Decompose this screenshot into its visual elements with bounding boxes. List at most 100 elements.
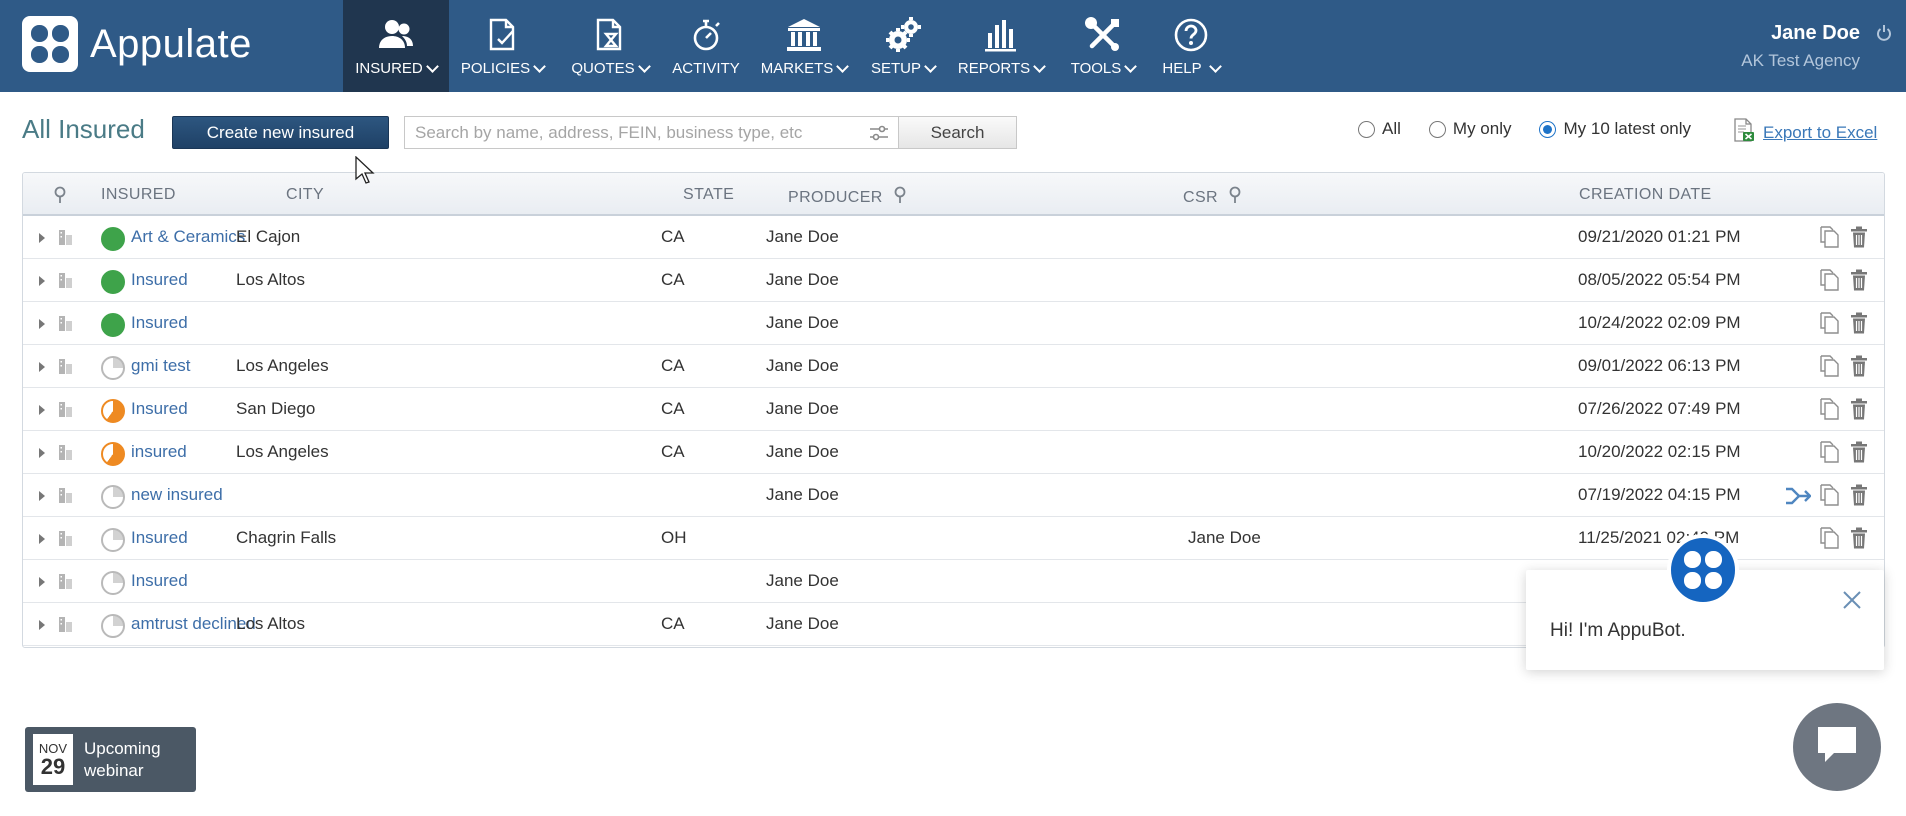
export-to-excel[interactable]: Export to Excel <box>1733 118 1877 147</box>
nav-setup[interactable]: SETUP <box>860 0 946 92</box>
csr-cell: Jane Doe <box>1188 528 1261 547</box>
creation-date-cell: 07/19/2022 04:15 PM <box>1578 485 1741 504</box>
search-button[interactable]: Search <box>898 116 1017 149</box>
expand-arrow-icon[interactable] <box>39 319 45 329</box>
producer-cell: Jane Doe <box>766 442 839 461</box>
copy-icon[interactable] <box>1819 398 1839 425</box>
table-row[interactable]: Insured Jane Doe 10/24/2022 02:09 PM <box>23 302 1884 345</box>
create-new-insured-button[interactable]: Create new insured <box>172 116 389 149</box>
close-icon[interactable] <box>1842 590 1862 615</box>
insured-name-link[interactable]: insured <box>131 442 187 462</box>
col-producer-wrap[interactable]: PRODUCER <box>788 186 907 209</box>
nav-quotes[interactable]: QUOTES <box>556 0 664 92</box>
expand-arrow-icon[interactable] <box>39 491 45 501</box>
chat-button[interactable] <box>1793 703 1881 791</box>
col-city[interactable]: CITY <box>286 186 324 204</box>
table-row[interactable]: Art & Ceramics El Cajon CA Jane Doe 09/21/20… <box>23 216 1884 259</box>
copy-icon[interactable] <box>1819 312 1839 339</box>
insured-name-link[interactable]: new insured <box>131 485 223 505</box>
copy-icon[interactable] <box>1819 441 1839 468</box>
search-input[interactable] <box>405 117 845 148</box>
excel-icon <box>1733 118 1755 147</box>
radio-button-selected[interactable] <box>1539 120 1557 138</box>
trash-icon[interactable] <box>1849 312 1869 339</box>
nav-insured[interactable]: INSURED <box>343 0 449 92</box>
filter-all-label: All <box>1382 119 1401 138</box>
trash-icon[interactable] <box>1849 226 1869 253</box>
building-icon <box>58 357 74 380</box>
trash-icon[interactable] <box>1849 484 1869 511</box>
insured-filter-radios: All My only My 10 latest only <box>1358 119 1719 139</box>
expand-arrow-icon[interactable] <box>39 577 45 587</box>
table-row[interactable]: new insured Jane Doe 07/19/2022 04:15 PM <box>23 474 1884 517</box>
expand-arrow-icon[interactable] <box>39 362 45 372</box>
copy-icon[interactable] <box>1819 269 1839 296</box>
expand-arrow-icon[interactable] <box>39 448 45 458</box>
expand-arrow-icon[interactable] <box>39 276 45 286</box>
nav-help-label: HELP <box>1162 60 1202 77</box>
radio-button[interactable] <box>1428 120 1446 138</box>
nav-policies[interactable]: POLICIES <box>449 0 556 92</box>
export-to-excel-link[interactable]: Export to Excel <box>1763 123 1877 143</box>
insured-name-link[interactable]: gmi test <box>131 356 191 376</box>
copy-icon[interactable] <box>1819 484 1839 511</box>
insured-name-link[interactable]: Insured <box>131 571 188 591</box>
producer-cell: Jane Doe <box>766 270 839 289</box>
nav-markets[interactable]: MARKETS <box>748 0 860 92</box>
filter-my-10-latest[interactable]: My 10 latest only <box>1539 119 1691 139</box>
expand-arrow-icon[interactable] <box>39 405 45 415</box>
building-icon <box>58 400 74 423</box>
insured-name-link[interactable]: Insured <box>131 528 188 548</box>
stopwatch-icon <box>686 16 726 54</box>
upcoming-webinar-badge[interactable]: NOV 29 Upcoming webinar <box>25 727 196 792</box>
trash-icon[interactable] <box>1849 441 1869 468</box>
radio-button[interactable] <box>1358 120 1375 138</box>
expand-arrow-icon[interactable] <box>39 620 45 630</box>
insured-name-link[interactable]: Insured <box>131 270 188 290</box>
table-row[interactable]: Insured Los Altos CA Jane Doe 08/05/2022 05:… <box>23 259 1884 302</box>
producer-cell: Jane Doe <box>766 313 839 332</box>
pin-icon[interactable] <box>893 186 907 209</box>
state-cell: CA <box>661 442 685 461</box>
col-state[interactable]: STATE <box>683 186 734 204</box>
pin-icon[interactable] <box>1228 186 1242 209</box>
power-icon[interactable] <box>1876 24 1892 47</box>
insured-name-link[interactable]: Art & Ceramics <box>131 227 245 247</box>
sliders-icon[interactable] <box>869 123 889 148</box>
filter-all[interactable]: All <box>1358 119 1401 139</box>
city-cell: Los Altos <box>236 614 305 633</box>
city-cell: El Cajon <box>236 227 301 246</box>
status-orange-icon <box>101 399 125 423</box>
nav-reports[interactable]: REPORTS <box>946 0 1056 92</box>
state-cell: CA <box>661 614 685 633</box>
filter-my-only[interactable]: My only <box>1428 119 1511 139</box>
trash-icon[interactable] <box>1849 398 1869 425</box>
pin-icon[interactable] <box>53 186 67 204</box>
insured-name-link[interactable]: Insured <box>131 399 188 419</box>
copy-icon[interactable] <box>1819 527 1839 554</box>
assign-arrow-icon[interactable] <box>1785 486 1812 511</box>
app-logo[interactable]: Appulate <box>22 16 252 72</box>
nav-help[interactable]: HELP <box>1150 0 1232 92</box>
nav-policies-label: POLICIES <box>460 60 531 77</box>
appubot-greeting: Hi! I'm AppuBot. <box>1550 620 1686 641</box>
chevron-down-icon <box>637 59 651 73</box>
nav-tools[interactable]: TOOLS <box>1056 0 1150 92</box>
nav-activity[interactable]: ACTIVITY <box>664 0 748 92</box>
user-menu[interactable]: Jane Doe AK Test Agency <box>1741 22 1860 71</box>
col-creation-date[interactable]: CREATION DATE <box>1579 186 1712 204</box>
expand-arrow-icon[interactable] <box>39 233 45 243</box>
table-row[interactable]: Insured San Diego CA Jane Doe 07/26/2022 07:… <box>23 388 1884 431</box>
trash-icon[interactable] <box>1849 355 1869 382</box>
trash-icon[interactable] <box>1849 269 1869 296</box>
table-row[interactable]: Insured Chagrin Falls OH Jane Doe 11/25/2021… <box>23 517 1884 560</box>
col-csr-wrap[interactable]: CSR <box>1183 186 1242 209</box>
col-insured[interactable]: INSURED <box>101 186 176 204</box>
copy-icon[interactable] <box>1819 355 1839 382</box>
table-row[interactable]: gmi test Los Angeles CA Jane Doe 09/01/2022 … <box>23 345 1884 388</box>
copy-icon[interactable] <box>1819 226 1839 253</box>
expand-arrow-icon[interactable] <box>39 534 45 544</box>
insured-name-link[interactable]: Insured <box>131 313 188 333</box>
trash-icon[interactable] <box>1849 527 1869 554</box>
table-row[interactable]: insured Los Angeles CA Jane Doe 10/20/2022 0… <box>23 431 1884 474</box>
